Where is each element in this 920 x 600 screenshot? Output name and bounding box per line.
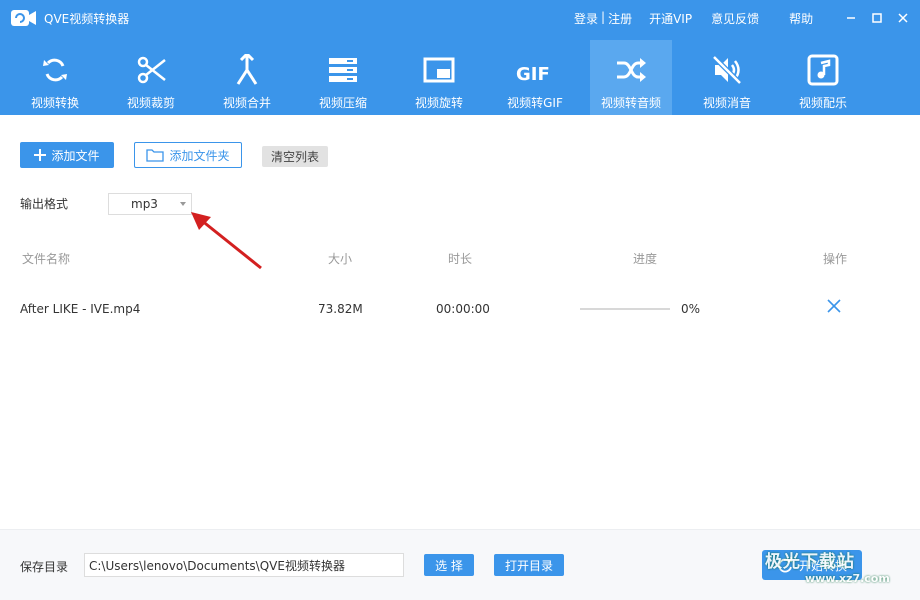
choose-directory-button[interactable]: 选 择 xyxy=(424,554,474,576)
plus-icon xyxy=(34,149,47,161)
mute-icon xyxy=(712,55,742,85)
column-header-action: 操作 xyxy=(823,252,848,266)
add-folder-label: 添加文件夹 xyxy=(169,148,230,163)
file-name: After LIKE - IVE.mp4 xyxy=(20,302,141,316)
register-link[interactable]: 注册 xyxy=(608,10,632,27)
scissors-icon xyxy=(137,56,166,84)
tool-video-compress[interactable]: 视频压缩 xyxy=(302,40,384,115)
tool-video-music[interactable]: 视频配乐 xyxy=(782,40,864,115)
tool-video-merge[interactable]: 视频合并 xyxy=(206,40,288,115)
feature-toolbar: 视频转换 视频裁剪 视频合并 视频压缩 视频旋转 GIF 视频转GIF 视频转音… xyxy=(0,40,920,115)
column-header-duration: 时长 xyxy=(448,252,473,266)
output-format-label: 输出格式 xyxy=(20,197,69,211)
save-directory-label: 保存目录 xyxy=(20,560,69,574)
chevron-down-icon xyxy=(180,202,186,206)
progress-percent: 0% xyxy=(681,302,701,316)
tool-label: 视频旋转 xyxy=(414,96,463,110)
merge-icon xyxy=(236,54,258,85)
add-file-label: 添加文件 xyxy=(51,148,100,163)
minimize-icon[interactable] xyxy=(838,9,864,27)
output-format-value: mp3 xyxy=(131,197,158,211)
gif-icon: GIF xyxy=(516,64,550,85)
folder-icon xyxy=(146,149,165,162)
maximize-icon[interactable] xyxy=(864,9,890,27)
file-size: 73.82M xyxy=(318,302,363,316)
tool-label: 视频合并 xyxy=(222,96,271,110)
annotation-arrow-icon xyxy=(191,212,262,270)
window-controls xyxy=(838,9,916,27)
link-separator: | xyxy=(601,10,606,24)
app-logo-icon xyxy=(11,10,36,26)
open-directory-button[interactable]: 打开目录 xyxy=(494,554,564,576)
rotate-icon xyxy=(423,57,455,83)
tool-label: 视频压缩 xyxy=(318,96,367,110)
feedback-link[interactable]: 意见反馈 xyxy=(711,10,759,27)
progress-bar xyxy=(580,308,670,310)
vip-link[interactable]: 开通VIP xyxy=(649,10,692,27)
tool-label: 视频消音 xyxy=(702,96,751,110)
tool-label: 视频配乐 xyxy=(798,96,847,110)
refresh-icon xyxy=(778,557,792,573)
tool-video-mute[interactable]: 视频消音 xyxy=(686,40,768,115)
login-link[interactable]: 登录 xyxy=(574,10,598,27)
shuffle-icon xyxy=(617,58,646,82)
tool-video-rotate[interactable]: 视频旋转 xyxy=(398,40,480,115)
tool-label: 视频裁剪 xyxy=(126,96,175,110)
tool-label: 视频转换 xyxy=(30,96,79,110)
column-header-size: 大小 xyxy=(328,252,353,266)
add-folder-button[interactable]: 添加文件夹 xyxy=(134,142,242,168)
app-title: QVE视频转换器 xyxy=(44,12,130,26)
svg-text:GIF: GIF xyxy=(516,64,550,85)
tool-label: 视频转音频 xyxy=(600,96,661,110)
close-icon[interactable] xyxy=(890,9,916,27)
music-note-icon xyxy=(807,54,839,86)
compress-icon xyxy=(329,58,357,82)
tool-video-to-gif[interactable]: GIF 视频转GIF xyxy=(494,40,576,115)
app-header: QVE视频转换器 登录 | 注册 开通VIP 意见反馈 帮助 视频转换 视频裁剪… xyxy=(0,0,920,115)
start-convert-label: 开始转换 xyxy=(798,558,847,573)
help-link[interactable]: 帮助 xyxy=(789,10,813,27)
remove-file-icon[interactable] xyxy=(827,299,841,313)
tool-label: 视频转GIF xyxy=(507,96,563,110)
column-header-progress: 进度 xyxy=(633,252,658,266)
file-duration: 00:00:00 xyxy=(436,302,490,316)
top-links: 登录 | 注册 开通VIP 意见反馈 帮助 xyxy=(574,10,813,27)
save-path-input[interactable] xyxy=(84,553,404,577)
column-header-name: 文件名称 xyxy=(22,252,71,266)
bottom-bar: 保存目录 选 择 打开目录 开始转换 xyxy=(0,529,920,600)
add-file-button[interactable]: 添加文件 xyxy=(20,142,114,168)
convert-icon xyxy=(43,58,67,82)
tool-video-crop[interactable]: 视频裁剪 xyxy=(110,40,192,115)
tool-video-convert[interactable]: 视频转换 xyxy=(14,40,96,115)
clear-list-button[interactable]: 清空列表 xyxy=(262,146,328,167)
output-format-select[interactable]: mp3 xyxy=(108,193,192,215)
start-convert-button[interactable]: 开始转换 xyxy=(762,550,862,580)
title-bar: QVE视频转换器 登录 | 注册 开通VIP 意见反馈 帮助 xyxy=(0,0,920,36)
tool-video-to-audio[interactable]: 视频转音频 xyxy=(590,40,672,115)
